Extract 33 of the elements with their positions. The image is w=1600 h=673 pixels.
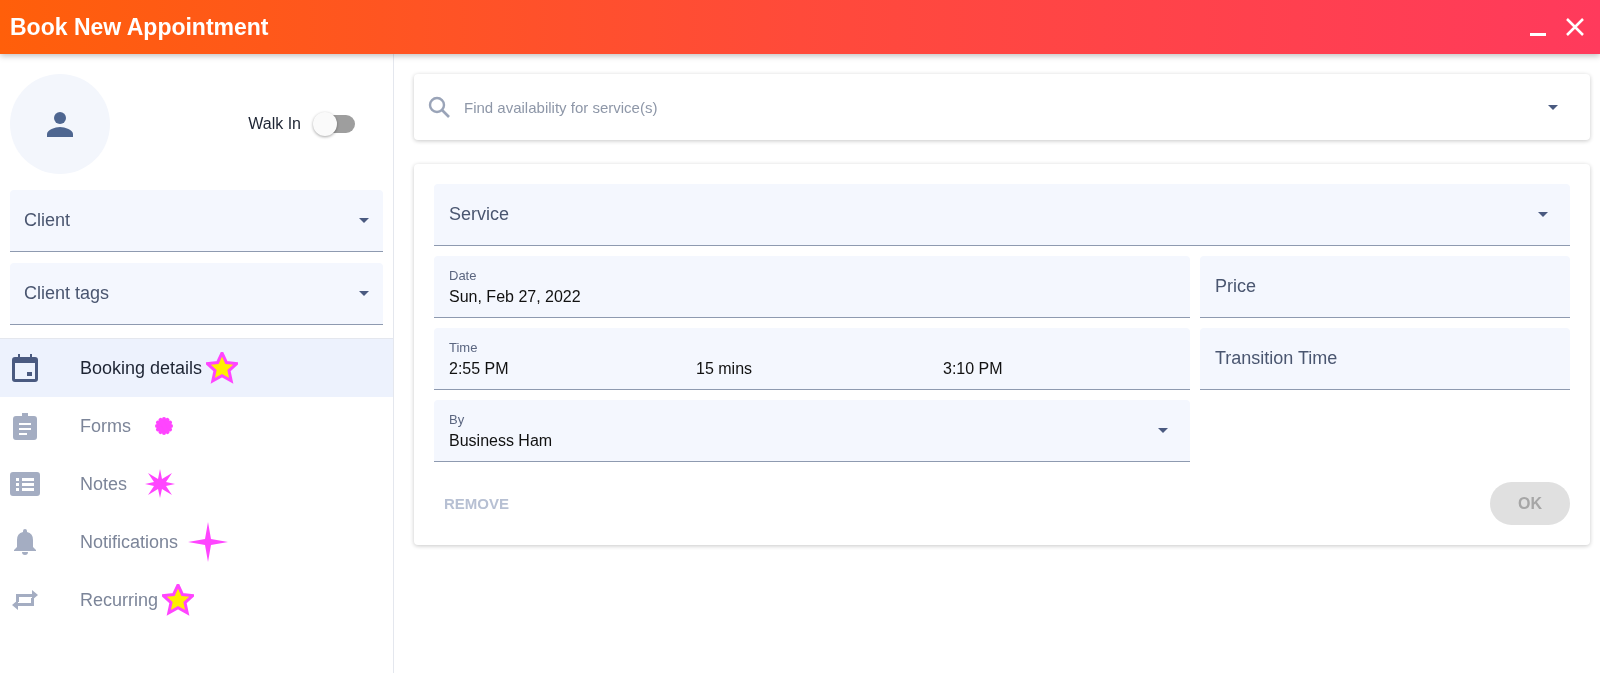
nav-item[interactable]: Booking details xyxy=(0,339,393,397)
walk-in-label: Walk In xyxy=(248,115,301,133)
nav-item[interactable]: Recurring xyxy=(0,571,393,629)
price-field[interactable]: Price xyxy=(1200,256,1570,318)
dropdown-caret-icon xyxy=(359,291,369,296)
dropdown-caret-icon xyxy=(359,218,369,223)
clipboard-icon xyxy=(13,412,37,440)
star-icon xyxy=(162,584,195,616)
calendar-icon xyxy=(12,354,38,382)
dropdown-caret-icon xyxy=(1158,428,1168,433)
window-title: Book New Appointment xyxy=(10,13,270,41)
search-icon xyxy=(428,96,450,118)
asterisk-burst-icon xyxy=(155,417,173,435)
select-field[interactable]: Client tags xyxy=(10,263,383,325)
select-field[interactable]: Client xyxy=(10,190,383,252)
nav-item[interactable]: Forms xyxy=(0,397,393,455)
dropdown-caret-icon xyxy=(1538,212,1548,217)
star-icon xyxy=(206,352,239,384)
nav-item[interactable]: Notifications xyxy=(0,513,393,571)
nav-item[interactable]: Notes xyxy=(0,455,393,513)
date-field[interactable]: Date Sun, Feb 27, 2022 xyxy=(434,256,1190,318)
transition-time-field[interactable]: Transition Time xyxy=(1200,328,1570,390)
service-field[interactable]: Service xyxy=(434,184,1570,246)
starburst-icon xyxy=(145,469,176,499)
dropdown-caret-icon xyxy=(1548,104,1558,110)
list-icon xyxy=(10,472,40,496)
time-field[interactable]: Time 2:55 PM 15 mins 3:10 PM xyxy=(434,328,1190,390)
close-icon xyxy=(1566,18,1584,36)
by-select-field[interactable]: By Business Ham xyxy=(434,400,1190,462)
walk-in-switch[interactable] xyxy=(315,115,355,133)
bell-icon xyxy=(14,529,36,555)
minimize-icon xyxy=(1530,32,1546,36)
person-icon xyxy=(47,111,73,137)
